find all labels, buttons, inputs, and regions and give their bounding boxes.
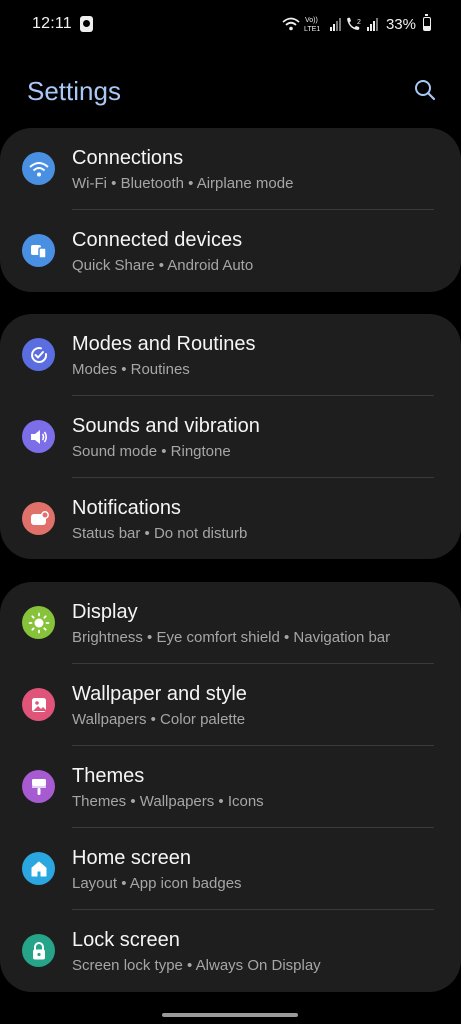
image-icon bbox=[22, 688, 55, 721]
settings-item-subtitle: Sound mode • Ringtone bbox=[72, 443, 231, 460]
settings-item-title: Lock screen bbox=[72, 929, 180, 951]
settings-item-title: Sounds and vibration bbox=[72, 415, 260, 437]
settings-item-notifications[interactable]: Notifications Status bar • Do not distur… bbox=[0, 478, 461, 560]
svg-text:2: 2 bbox=[357, 19, 361, 26]
search-button[interactable] bbox=[411, 76, 439, 104]
settings-item-title: Themes bbox=[72, 765, 145, 787]
check-circle-icon bbox=[22, 338, 55, 371]
settings-item-themes[interactable]: Themes Themes • Wallpapers • Icons bbox=[0, 746, 461, 828]
volte-icon: Vo)) LTE1 bbox=[304, 17, 320, 33]
volume-icon bbox=[22, 420, 55, 453]
settings-item-subtitle: Wallpapers • Color palette bbox=[72, 711, 246, 728]
brush-icon bbox=[22, 770, 55, 803]
home-indicator[interactable] bbox=[162, 1013, 298, 1017]
settings-item-title: Notifications bbox=[72, 497, 181, 519]
wifi-status-icon bbox=[282, 17, 300, 31]
battery-percent: 33% bbox=[385, 15, 416, 33]
svg-text:LTE1: LTE1 bbox=[304, 26, 320, 33]
settings-group-modes: Modes and Routines Modes • Routines Soun… bbox=[0, 314, 461, 559]
wifi-calling-icon: 2 bbox=[346, 17, 361, 30]
settings-item-modes-routines[interactable]: Modes and Routines Modes • Routines bbox=[0, 314, 461, 396]
home-icon bbox=[22, 852, 55, 885]
settings-item-connected-devices[interactable]: Connected devices Quick Share • Android … bbox=[0, 210, 461, 292]
settings-item-title: Connected devices bbox=[72, 229, 243, 251]
settings-item-subtitle: Wi-Fi • Bluetooth • Airplane mode bbox=[72, 175, 294, 192]
notification-app-icon bbox=[80, 16, 93, 32]
signal-2-icon bbox=[366, 18, 378, 31]
battery-icon bbox=[423, 14, 431, 31]
settings-item-sounds-vibration[interactable]: Sounds and vibration Sound mode • Ringto… bbox=[0, 396, 461, 478]
settings-item-title: Wallpaper and style bbox=[72, 683, 247, 705]
settings-item-subtitle: Quick Share • Android Auto bbox=[72, 257, 254, 274]
devices-icon bbox=[22, 234, 55, 267]
svg-text:Vo)): Vo)) bbox=[305, 17, 318, 24]
settings-item-subtitle: Brightness • Eye comfort shield • Naviga… bbox=[72, 629, 391, 646]
settings-item-title: Display bbox=[72, 601, 138, 623]
settings-item-subtitle: Themes • Wallpapers • Icons bbox=[72, 793, 264, 810]
settings-item-title: Modes and Routines bbox=[72, 333, 256, 355]
page-title: Settings bbox=[27, 76, 121, 106]
search-icon bbox=[415, 80, 436, 101]
settings-group-display: Display Brightness • Eye comfort shield … bbox=[0, 582, 461, 992]
settings-item-display[interactable]: Display Brightness • Eye comfort shield … bbox=[0, 582, 461, 664]
lock-icon bbox=[22, 934, 55, 967]
status-indicators: Vo)) LTE1 2 33% bbox=[282, 14, 431, 34]
notification-icon bbox=[22, 502, 55, 535]
settings-item-home-screen[interactable]: Home screen Layout • App icon badges bbox=[0, 828, 461, 910]
settings-item-subtitle: Modes • Routines bbox=[72, 361, 190, 378]
settings-item-subtitle: Layout • App icon badges bbox=[72, 875, 242, 892]
settings-group-connections: Connections Wi-Fi • Bluetooth • Airplane… bbox=[0, 128, 461, 292]
signal-icon bbox=[329, 18, 341, 31]
sun-icon bbox=[22, 606, 55, 639]
settings-item-subtitle: Status bar • Do not disturb bbox=[72, 525, 248, 542]
settings-item-wallpaper-style[interactable]: Wallpaper and style Wallpapers • Color p… bbox=[0, 664, 461, 746]
settings-item-subtitle: Screen lock type • Always On Display bbox=[72, 957, 321, 974]
status-time: 12:11 bbox=[32, 15, 72, 32]
settings-item-connections[interactable]: Connections Wi-Fi • Bluetooth • Airplane… bbox=[0, 128, 461, 210]
settings-item-title: Home screen bbox=[72, 847, 191, 869]
wifi-icon bbox=[22, 152, 55, 185]
settings-item-lock-screen[interactable]: Lock screen Screen lock type • Always On… bbox=[0, 910, 461, 992]
settings-item-title: Connections bbox=[72, 147, 184, 169]
status-bar: 12:11 Vo)) LTE1 2 33% bbox=[0, 0, 461, 50]
